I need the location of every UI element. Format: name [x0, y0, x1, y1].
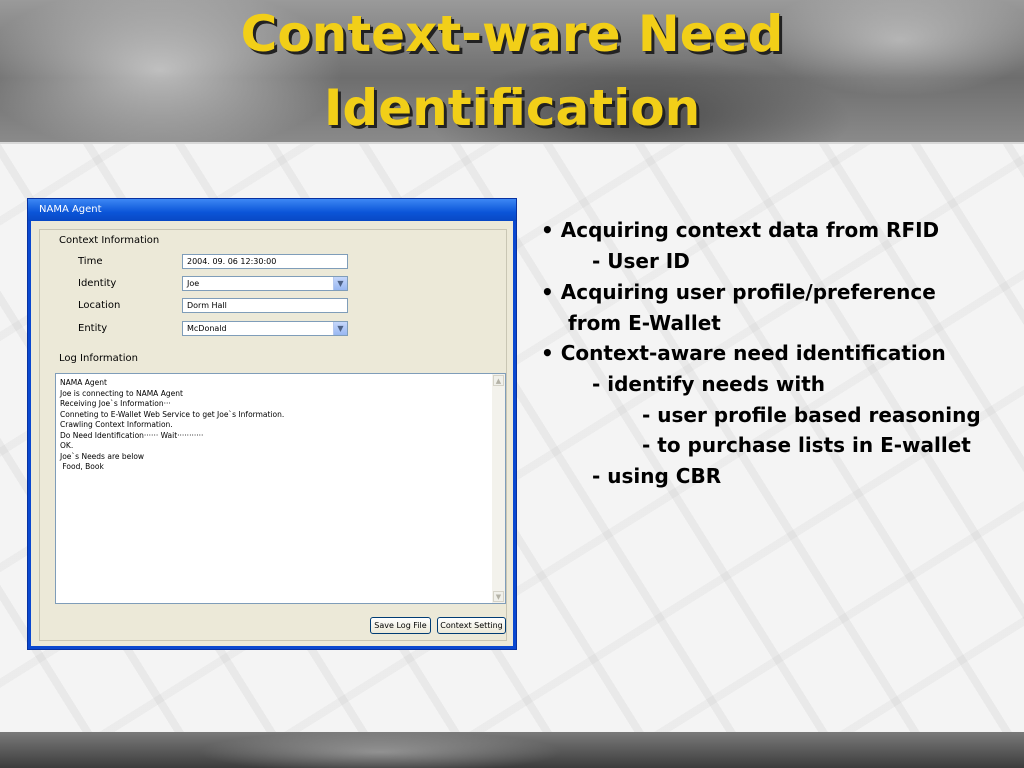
log-line: Food, Book — [60, 462, 104, 471]
entity-select[interactable]: McDonald ▼ — [182, 321, 348, 336]
bullet-subitem: - User ID — [592, 249, 690, 273]
chevron-down-icon[interactable]: ▼ — [333, 277, 347, 290]
log-line: Conneting to E-Wallet Web Service to get… — [60, 409, 285, 419]
time-input[interactable]: 2004. 09. 06 12:30:00 — [182, 254, 348, 269]
bullet-continuation: from E-Wallet — [568, 311, 721, 335]
scroll-up-icon[interactable]: ▲ — [493, 375, 504, 386]
log-line: Joe`s Needs are below — [60, 451, 145, 461]
context-setting-button[interactable]: Context Setting — [437, 617, 506, 634]
log-line: NAMA Agent — [60, 378, 107, 387]
bullet-item: • Acquiring user profile/preference — [541, 280, 936, 304]
bullet-item: • Context-aware need identification — [541, 341, 946, 365]
log-line: Joe is connecting to NAMA Agent — [60, 388, 183, 398]
nama-agent-window: NAMA Agent Context Information Time 2004… — [27, 198, 517, 650]
identity-select-value: Joe — [187, 279, 200, 288]
log-textarea[interactable]: NAMA Agent Joe is connecting to NAMA Agen… — [55, 373, 506, 604]
bullet-subsubitem: - to purchase lists in E-wallet — [642, 433, 971, 457]
log-line: Receiving Joe`s Information··· — [60, 399, 171, 408]
bullet-subsubitem: - user profile based reasoning — [642, 403, 981, 427]
window-titlebar[interactable]: NAMA Agent — [28, 199, 516, 221]
location-label: Location — [78, 300, 121, 311]
log-line: Do Need Identification······ Wait·······… — [60, 430, 204, 440]
log-line: OK. — [60, 441, 74, 450]
bullet-subitem: - using CBR — [592, 464, 722, 488]
slide-title-line-1: Context-ware Need — [240, 5, 784, 63]
entity-label: Entity — [78, 323, 108, 334]
context-information-label: Context Information — [59, 235, 160, 246]
time-label: Time — [78, 256, 103, 267]
entity-select-value: McDonald — [187, 324, 227, 333]
scroll-down-icon[interactable]: ▼ — [493, 591, 504, 602]
identity-select[interactable]: Joe ▼ — [182, 276, 348, 291]
log-line: Crawling Context Information. — [60, 420, 173, 429]
bullet-item: • Acquiring context data from RFID — [541, 218, 940, 242]
location-input[interactable]: Dorm Hall — [182, 298, 348, 313]
log-scrollbar[interactable]: ▲ ▼ — [492, 374, 505, 603]
footer-banner-image — [0, 732, 1024, 768]
log-text: NAMA Agent Joe is connecting to NAMA Agen… — [60, 378, 284, 473]
chevron-down-icon[interactable]: ▼ — [333, 322, 347, 335]
window-group-frame: Context Information Time 2004. 09. 06 12… — [39, 229, 507, 641]
bullet-subitem: - identify needs with — [592, 372, 826, 396]
slide-title-line-2: Identification — [323, 79, 701, 137]
window-client-area: Context Information Time 2004. 09. 06 12… — [31, 221, 513, 646]
log-information-label: Log Information — [59, 353, 138, 364]
identity-label: Identity — [78, 278, 117, 289]
save-log-file-button[interactable]: Save Log File — [370, 617, 431, 634]
